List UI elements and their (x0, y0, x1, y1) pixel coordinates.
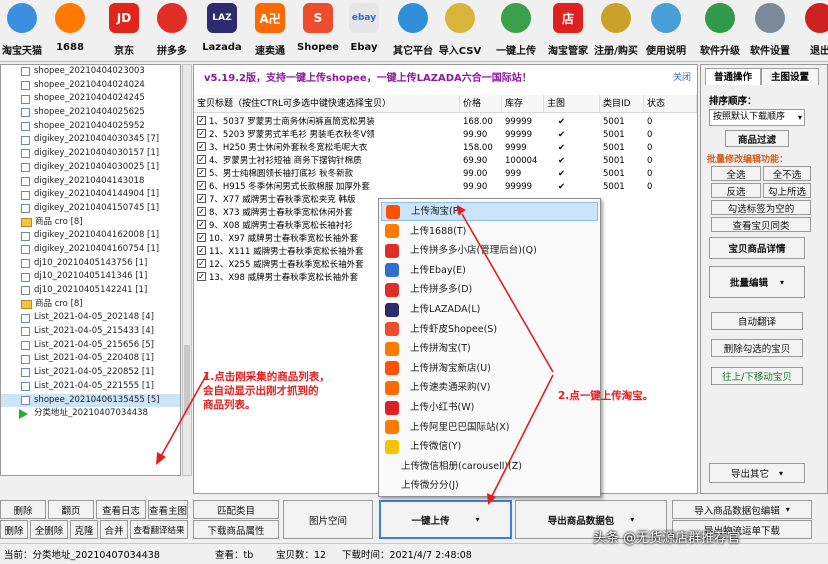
annotation-note-2: 2.点一键上传淘宝。 (558, 390, 654, 402)
note1-line3: 商品列表。 (203, 399, 256, 411)
status-count: 宝贝数：12 (276, 550, 327, 561)
arrow-head-1 (156, 452, 166, 465)
annotation-arrows (156, 205, 554, 505)
status-view: 查看：tb (215, 550, 254, 561)
arrow-head-3 (487, 493, 496, 505)
note1-line2: 会自动显示出刚才抓到的 (203, 385, 319, 397)
status-current: 当前：分类地址_20210407034438 (4, 550, 160, 561)
status-time: 下载时间：2021/4/7 2:48:08 (342, 550, 472, 561)
status-bar: 当前：分类地址_20210407034438 查看：tb 宝贝数：12 下载时间… (0, 543, 828, 564)
arrow-head-2 (457, 205, 466, 215)
watermark: 头条 @无货源店群推荐官 (593, 531, 741, 546)
arrow-line-3 (490, 374, 554, 499)
arrow-line-1 (159, 371, 209, 459)
annotation-note-1: 1.点击刚采集的商品列表， 会自动显示出刚才抓到的 商品列表。 (203, 370, 330, 412)
arrow-line-2 (461, 213, 554, 373)
note1-line1: 1.点击刚采集的商品列表， (203, 371, 330, 383)
